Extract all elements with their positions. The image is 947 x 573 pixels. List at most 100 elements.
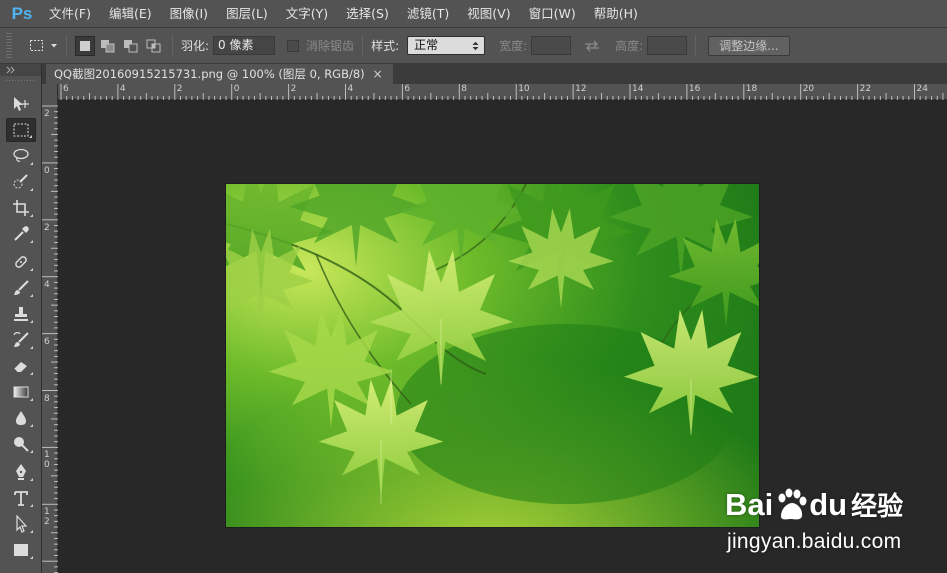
ruler-label: 0 bbox=[44, 165, 50, 176]
eyedropper-tool[interactable] bbox=[6, 222, 36, 246]
move-tool[interactable] bbox=[6, 92, 36, 116]
select-arrows-icon bbox=[472, 41, 479, 51]
clone-stamp-tool[interactable] bbox=[6, 302, 36, 326]
ruler-label: 4 bbox=[347, 84, 354, 94]
rectangle-tool[interactable] bbox=[6, 538, 36, 562]
document-tab[interactable]: QQ截图20160915215731.png @ 100% (图层 0, RGB… bbox=[46, 64, 393, 84]
new-selection-button[interactable] bbox=[75, 35, 95, 56]
double-chevron-icon bbox=[6, 66, 15, 74]
tool-preset-picker[interactable] bbox=[28, 36, 48, 56]
menu-layer[interactable]: 图层(L) bbox=[217, 0, 277, 28]
maple-leaves-photo bbox=[226, 184, 759, 527]
tool-flyout-indicator bbox=[30, 188, 33, 191]
menu-edit[interactable]: 编辑(E) bbox=[100, 0, 161, 28]
ruler-label: 1 bbox=[44, 507, 50, 518]
path-selection-tool[interactable] bbox=[6, 512, 36, 536]
history-brush-tool[interactable] bbox=[6, 328, 36, 352]
tool-flyout-indicator bbox=[30, 556, 33, 559]
type-tool[interactable] bbox=[6, 486, 36, 510]
menu-window[interactable]: 窗口(W) bbox=[520, 0, 585, 28]
menu-select[interactable]: 选择(S) bbox=[337, 0, 398, 28]
tool-flyout-indicator bbox=[30, 530, 33, 533]
gradient-tool[interactable] bbox=[6, 380, 36, 404]
tool-flyout-indicator bbox=[30, 478, 33, 481]
divider bbox=[172, 34, 173, 57]
crop-tool[interactable] bbox=[6, 196, 36, 220]
subtract-selection-button[interactable] bbox=[121, 36, 141, 56]
add-to-selection-button[interactable] bbox=[98, 36, 118, 56]
ruler-label: 1 bbox=[44, 450, 50, 461]
tool-flyout-indicator bbox=[30, 398, 33, 401]
photoshop-logo: Ps bbox=[11, 3, 33, 23]
vertical-ruler[interactable]: 2024681012 bbox=[42, 84, 58, 573]
ruler-label: 2 bbox=[290, 84, 297, 94]
quick-selection-tool[interactable] bbox=[6, 170, 36, 194]
chevron-down-icon[interactable] bbox=[50, 43, 58, 49]
options-bar: 羽化: 0 像素 消除锯齿 样式: 正常 宽度: 高度: 调整边缘... bbox=[0, 28, 947, 64]
menu-image[interactable]: 图像(I) bbox=[161, 0, 217, 28]
feather-input[interactable]: 0 像素 bbox=[213, 36, 276, 55]
ruler-label: 8 bbox=[44, 393, 50, 404]
ruler-label: 16 bbox=[688, 84, 701, 94]
marquee-tool-icon bbox=[13, 123, 29, 137]
watermark-brand-jingyan: 经验 bbox=[851, 492, 904, 522]
ruler-label: 2 bbox=[44, 517, 50, 528]
blur-tool[interactable] bbox=[6, 406, 36, 430]
options-bar-grip[interactable] bbox=[6, 32, 12, 59]
style-select[interactable]: 正常 bbox=[407, 36, 486, 55]
document-tab-strip: QQ截图20160915215731.png @ 100% (图层 0, RGB… bbox=[42, 64, 947, 84]
lasso-tool-icon bbox=[13, 148, 29, 162]
intersect-selection-icon bbox=[146, 39, 161, 52]
marquee-tool[interactable] bbox=[6, 118, 36, 142]
toolbar-grip bbox=[6, 80, 36, 81]
eraser-tool[interactable] bbox=[6, 354, 36, 378]
menu-type[interactable]: 文字(Y) bbox=[277, 0, 337, 28]
brush-tool[interactable] bbox=[6, 276, 36, 300]
ruler-label: 0 bbox=[44, 460, 50, 471]
width-label: 宽度: bbox=[499, 39, 528, 53]
brush-tool-icon bbox=[14, 280, 29, 295]
ruler-label: 4 bbox=[44, 279, 50, 290]
paw-logo-icon bbox=[778, 488, 807, 519]
pen-tool[interactable] bbox=[6, 460, 36, 484]
lasso-tool[interactable] bbox=[6, 144, 36, 168]
tool-flyout-indicator bbox=[30, 424, 33, 427]
ruler-label: 4 bbox=[119, 84, 126, 94]
dodge-tool-icon bbox=[14, 437, 29, 452]
new-selection-icon bbox=[80, 40, 90, 51]
close-icon[interactable]: × bbox=[373, 67, 383, 81]
healing-brush-tool[interactable] bbox=[6, 250, 36, 274]
ruler-label: 22 bbox=[859, 84, 872, 94]
add-selection-icon bbox=[101, 39, 115, 52]
style-select-value: 正常 bbox=[414, 38, 439, 52]
tool-flyout-indicator bbox=[30, 372, 33, 375]
watermark-brand-du: du bbox=[809, 486, 848, 522]
menu-filter[interactable]: 滤镜(T) bbox=[398, 0, 458, 28]
document-image[interactable] bbox=[226, 184, 759, 527]
ruler-label: 8 bbox=[461, 84, 468, 94]
swap-dimensions-icon[interactable] bbox=[583, 40, 601, 52]
menu-help[interactable]: 帮助(H) bbox=[585, 0, 647, 28]
width-input[interactable] bbox=[531, 36, 572, 55]
rectangle-tool-icon bbox=[14, 544, 28, 556]
menu-view[interactable]: 视图(V) bbox=[458, 0, 519, 28]
tools-panel-collapse[interactable] bbox=[0, 64, 41, 76]
dodge-tool[interactable] bbox=[6, 432, 36, 456]
ruler-label: 6 bbox=[404, 84, 411, 94]
antialias-checkbox[interactable] bbox=[287, 39, 300, 52]
intersect-selection-button[interactable] bbox=[144, 36, 164, 56]
tool-flyout-indicator bbox=[30, 294, 33, 297]
height-input[interactable] bbox=[647, 36, 688, 55]
ruler-label: 12 bbox=[575, 84, 587, 94]
feather-label: 羽化: bbox=[181, 39, 210, 53]
refine-edge-button[interactable]: 调整边缘... bbox=[708, 35, 790, 56]
tool-flyout-indicator bbox=[30, 504, 33, 507]
horizontal-ruler[interactable]: 6 4 2 0 2 4 6 8 10 12 14 16 18 20 22 24 bbox=[58, 84, 947, 100]
eyedropper-tool-icon bbox=[14, 226, 29, 241]
baidu-jingyan-watermark: Bai du 经验 jingyan.baidu.com bbox=[725, 486, 945, 556]
ruler-label: 2 bbox=[44, 109, 50, 119]
menu-bar: Ps 文件(F) 编辑(E) 图像(I) 图层(L) 文字(Y) 选择(S) 滤… bbox=[0, 0, 947, 28]
menu-file[interactable]: 文件(F) bbox=[40, 0, 100, 28]
ruler-label: 2 bbox=[44, 222, 50, 233]
gradient-tool-icon bbox=[13, 386, 29, 398]
